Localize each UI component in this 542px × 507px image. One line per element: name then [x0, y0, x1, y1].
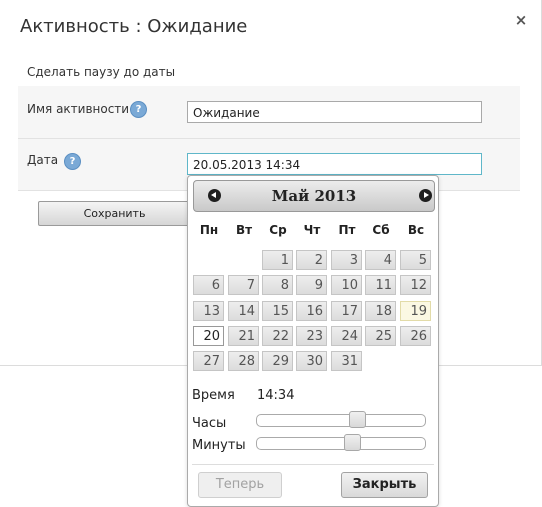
prev-month-icon[interactable] — [208, 189, 221, 202]
picker-footer-divider — [192, 464, 434, 465]
datetime-picker: Май 2013 Пн Вт Ср Чт Пт Сб Вс 1 2 3 4 5 6 7 8 9 10 11 12 1… — [187, 175, 439, 507]
date-label: Дата — [27, 153, 59, 167]
calendar-day[interactable]: 30 — [296, 351, 327, 371]
calendar-day[interactable]: 25 — [365, 326, 396, 346]
date-input[interactable]: 20.05.2013 14:34 — [187, 153, 482, 175]
calendar-day[interactable]: 15 — [262, 301, 293, 321]
help-icon[interactable]: ? — [130, 101, 147, 118]
calendar-day[interactable]: 19 — [400, 301, 431, 321]
calendar-day[interactable]: 31 — [331, 351, 362, 371]
time-value: 14:34 — [257, 388, 295, 403]
weekday-label: Чт — [303, 223, 321, 237]
calendar-day[interactable]: 23 — [296, 326, 327, 346]
minutes-slider[interactable] — [256, 434, 426, 451]
hours-label: Часы — [192, 416, 227, 431]
weekday-label: Пн — [199, 223, 219, 237]
minutes-label: Минуты — [192, 438, 246, 453]
save-button[interactable]: Сохранить — [38, 201, 191, 226]
calendar-day[interactable]: 9 — [296, 275, 327, 295]
calendar-day[interactable]: 11 — [365, 275, 396, 295]
calendar-day[interactable]: 2 — [296, 250, 327, 270]
hours-slider[interactable] — [256, 411, 426, 428]
calendar-day[interactable]: 7 — [228, 275, 259, 295]
hours-slider-handle[interactable] — [349, 411, 366, 428]
calendar-day[interactable]: 4 — [365, 250, 396, 270]
calendar-day[interactable]: 6 — [193, 275, 224, 295]
next-month-icon[interactable] — [419, 189, 432, 202]
close-button[interactable]: Закрыть — [341, 472, 428, 498]
calendar-header: Май 2013 — [193, 180, 435, 212]
calendar-day[interactable]: 22 — [262, 326, 293, 346]
calendar-day[interactable]: 8 — [262, 275, 293, 295]
calendar-day[interactable]: 26 — [400, 326, 431, 346]
calendar-day[interactable]: 3 — [331, 250, 362, 270]
calendar-day[interactable]: 5 — [400, 250, 431, 270]
calendar-day[interactable]: 20 — [193, 326, 224, 346]
calendar-day[interactable]: 16 — [296, 301, 327, 321]
time-label: Время — [192, 388, 235, 403]
calendar-day[interactable]: 21 — [228, 326, 259, 346]
calendar-day[interactable]: 14 — [228, 301, 259, 321]
calendar-day[interactable]: 27 — [193, 351, 224, 371]
month-title: Май 2013 — [271, 187, 357, 205]
calendar-day[interactable]: 10 — [331, 275, 362, 295]
now-button: Теперь — [198, 472, 282, 498]
weekday-label: Вт — [235, 223, 253, 237]
calendar-day[interactable]: 12 — [400, 275, 431, 295]
activity-name-row: Имя активности ? Ожидание — [18, 86, 520, 139]
calendar-day[interactable]: 18 — [365, 301, 396, 321]
help-icon[interactable]: ? — [64, 153, 81, 170]
weekday-label: Ср — [269, 223, 287, 237]
calendar-day[interactable]: 1 — [262, 250, 293, 270]
calendar-day[interactable]: 29 — [262, 351, 293, 371]
minutes-slider-handle[interactable] — [344, 434, 361, 451]
close-icon[interactable]: × — [512, 11, 530, 29]
calendar-day[interactable]: 28 — [228, 351, 259, 371]
dialog-title: Активность : Ожидание — [20, 16, 248, 37]
weekday-label: Вс — [407, 223, 425, 237]
calendar-day[interactable]: 13 — [193, 301, 224, 321]
weekday-label: Пт — [338, 223, 356, 237]
weekday-label: Сб — [372, 223, 390, 237]
calendar-day[interactable]: 24 — [331, 326, 362, 346]
activity-name-label: Имя активности — [27, 102, 130, 116]
calendar-day[interactable]: 17 — [331, 301, 362, 321]
activity-name-input[interactable]: Ожидание — [187, 101, 482, 123]
dialog-subtitle: Сделать паузу до даты — [27, 65, 176, 79]
